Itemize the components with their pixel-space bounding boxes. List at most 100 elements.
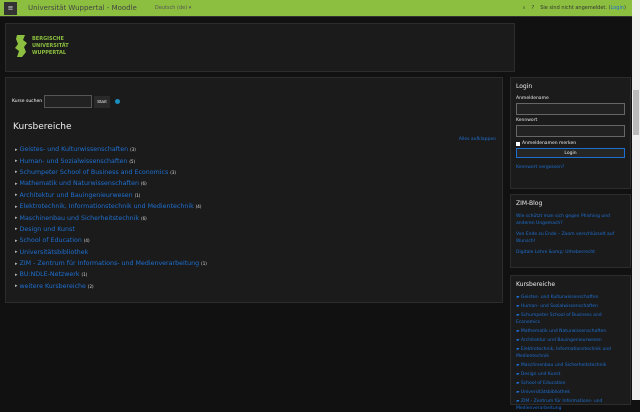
logo-line: BERGISCHE bbox=[32, 35, 64, 42]
blog-post-link[interactable]: Digitale Lehre &amp; Urheberrecht bbox=[516, 249, 625, 256]
side-category-link[interactable]: Geistes- und Kulturwissenschaften bbox=[516, 294, 625, 301]
login-status: Sie sind nicht angemeldet. (Login) bbox=[540, 5, 626, 11]
course-count: (3) bbox=[130, 147, 136, 153]
caret-right-icon[interactable]: ▸ bbox=[15, 238, 18, 244]
scrollbar[interactable] bbox=[632, 0, 640, 400]
category-link[interactable]: Maschinenbau und Sicherheitstechnik bbox=[20, 215, 140, 222]
category-link[interactable]: BU:NDLE-Netzwerk bbox=[20, 271, 80, 278]
scrollbar-thumb[interactable] bbox=[633, 90, 639, 135]
status-text: Sie sind nicht angemeldet. bbox=[540, 5, 607, 11]
search-input[interactable] bbox=[44, 95, 93, 108]
course-count: (4) bbox=[83, 238, 90, 244]
category-link[interactable]: Elektrotechnik, Informationstechnik und … bbox=[20, 203, 194, 210]
password-label: Kennwort bbox=[516, 118, 538, 123]
caret-right-icon[interactable]: ▸ bbox=[15, 158, 18, 164]
forgot-password-link[interactable]: Kennwort vergessen? bbox=[516, 164, 625, 171]
side-category-link[interactable]: Architektur und Bauingenieurwesen bbox=[516, 337, 625, 344]
search-icon[interactable]: ⌕ bbox=[523, 5, 526, 11]
blog-post-link[interactable]: Wie schützt man sich gegen Phishing und … bbox=[516, 213, 625, 227]
category-link[interactable]: Design und Kunst bbox=[20, 226, 75, 233]
course-count: (3) bbox=[170, 169, 176, 175]
caret-right-icon[interactable]: ▸ bbox=[15, 226, 18, 232]
category-link[interactable]: Schumpeter School of Business and Econom… bbox=[20, 169, 169, 176]
course-count: (6) bbox=[141, 215, 147, 221]
category-item: ▸ Geistes- und Kulturwissenschaften (3) bbox=[15, 144, 207, 155]
category-link[interactable]: Mathematik und Naturwissenschaften bbox=[20, 180, 139, 187]
caret-right-icon[interactable]: ▸ bbox=[15, 283, 18, 289]
category-link[interactable]: School of Education bbox=[20, 237, 82, 244]
course-search: Kurse suchen Start bbox=[12, 95, 120, 108]
category-item: ▸ BU:NDLE-Netzwerk (1) bbox=[15, 269, 207, 280]
blog-post-link[interactable]: Von Ende zu Ende – Zoom verschlüsselt au… bbox=[516, 231, 625, 245]
site-title[interactable]: Universität Wuppertal - Moodle bbox=[28, 4, 137, 12]
category-link[interactable]: ZIM - Zentrum für Informations- und Medi… bbox=[20, 260, 200, 267]
side-category-link[interactable]: ZIM - Zentrum für Informations- und Medi… bbox=[516, 398, 625, 412]
hamburger-icon[interactable]: ≡ bbox=[4, 1, 17, 15]
category-item: ▸ Elektrotechnik, Informationstechnik und… bbox=[15, 201, 207, 212]
logo-line: UNIVERSITÄT bbox=[32, 42, 69, 49]
category-link[interactable]: Human- und Sozialwissenschaften bbox=[20, 158, 128, 165]
course-count: (6) bbox=[140, 181, 147, 187]
category-item: ▸ weitere Kursbereiche (2) bbox=[15, 281, 207, 292]
category-link[interactable]: Geistes- und Kulturwissenschaften bbox=[20, 146, 129, 153]
expand-all-link[interactable]: Alles aufklappen bbox=[459, 137, 496, 142]
category-item: ▸ Schumpeter School of Business and Econo… bbox=[15, 167, 207, 178]
course-count: (1) bbox=[134, 192, 141, 198]
course-count: (5) bbox=[129, 158, 136, 164]
course-count: (4) bbox=[195, 204, 202, 210]
login-button[interactable]: Login bbox=[516, 148, 625, 158]
caret-right-icon[interactable]: ▸ bbox=[15, 249, 18, 255]
start-button[interactable]: Start bbox=[94, 95, 110, 108]
page-header: BERGISCHE UNIVERSITÄT WUPPERTAL bbox=[5, 23, 515, 72]
username-label: Anmeldename bbox=[516, 96, 549, 101]
category-item: ▸ Human- und Sozialwissenschaften (5) bbox=[15, 155, 207, 166]
language-menu[interactable]: Deutsch (de) ▾ bbox=[155, 5, 191, 11]
side-categories-block: Kursbereiche Geistes- und Kulturwissensc… bbox=[510, 275, 631, 411]
category-list: ▸ Geistes- und Kulturwissenschaften (3) ▸ Hu… bbox=[15, 144, 207, 292]
side-category-link[interactable]: Maschinenbau und Sicherheitstechnik bbox=[516, 362, 625, 369]
category-item: ▸ School of Education (4) bbox=[15, 235, 207, 246]
top-navbar: ≡ Universität Wuppertal - Moodle Deutsch… bbox=[0, 0, 632, 17]
course-count: (2) bbox=[87, 283, 94, 289]
question-icon[interactable]: ? bbox=[532, 5, 535, 11]
caret-right-icon[interactable]: ▸ bbox=[15, 204, 18, 210]
main-content: Kurse suchen Start Kursbereiche Alles au… bbox=[5, 77, 503, 303]
category-item: ▸ Mathematik und Naturwissenschaften (6) bbox=[15, 178, 207, 189]
side-category-link[interactable]: Design und Kunst bbox=[516, 371, 625, 378]
category-link[interactable]: Architektur und Bauingenieurwesen bbox=[20, 192, 133, 199]
category-item: ▸ Architektur und Bauingenieurwesen (1) bbox=[15, 190, 207, 201]
side-category-link[interactable]: Schumpeter School of Business and Econom… bbox=[516, 312, 625, 326]
login-link[interactable]: Login bbox=[611, 5, 625, 11]
search-label: Kurse suchen bbox=[12, 99, 43, 104]
caret-right-icon[interactable]: ▸ bbox=[15, 215, 18, 221]
category-item: ▸ Universitätsbibliothek bbox=[15, 247, 207, 258]
caret-right-icon[interactable]: ▸ bbox=[15, 147, 18, 153]
category-link[interactable]: Universitätsbibliothek bbox=[20, 249, 89, 256]
side-category-link[interactable]: Mathematik und Naturwissenschaften bbox=[516, 328, 625, 335]
category-item: ▸ Design und Kunst bbox=[15, 224, 207, 235]
login-block: Login Anmeldename Kennwort Anmeldenamen … bbox=[510, 77, 631, 189]
caret-right-icon[interactable]: ▸ bbox=[15, 169, 18, 175]
login-title: Login bbox=[516, 83, 533, 90]
lion-icon bbox=[15, 35, 27, 57]
category-link[interactable]: weitere Kursbereiche bbox=[20, 283, 86, 290]
side-category-link[interactable]: Elektrotechnik, Informationstechnik und … bbox=[516, 346, 625, 360]
caret-right-icon[interactable]: ▸ bbox=[15, 181, 18, 187]
remember-checkbox[interactable] bbox=[516, 141, 520, 146]
caret-right-icon[interactable]: ▸ bbox=[15, 272, 18, 278]
caret-right-icon[interactable]: ▸ bbox=[15, 192, 18, 198]
caret-right-icon[interactable]: ▸ bbox=[15, 261, 18, 267]
side-category-link[interactable]: Human- und Sozialwissenschaften bbox=[516, 303, 625, 310]
remember-label: Anmeldenamen merken bbox=[522, 141, 577, 146]
blog-title: ZIM-Blog bbox=[516, 200, 543, 207]
side-category-link[interactable]: Universitätsbibliothek bbox=[516, 389, 625, 396]
university-logo[interactable]: BERGISCHE UNIVERSITÄT WUPPERTAL bbox=[14, 34, 69, 58]
side-category-link[interactable]: School of Education bbox=[516, 380, 625, 387]
blog-block: ZIM-Blog Wie schützt man sich gegen Phis… bbox=[510, 194, 631, 268]
help-icon[interactable] bbox=[114, 99, 120, 104]
username-input[interactable] bbox=[516, 103, 625, 115]
password-input[interactable] bbox=[516, 125, 625, 137]
logo-line: WUPPERTAL bbox=[32, 49, 67, 56]
course-count: (1) bbox=[201, 261, 207, 267]
course-count: (1) bbox=[81, 272, 88, 278]
